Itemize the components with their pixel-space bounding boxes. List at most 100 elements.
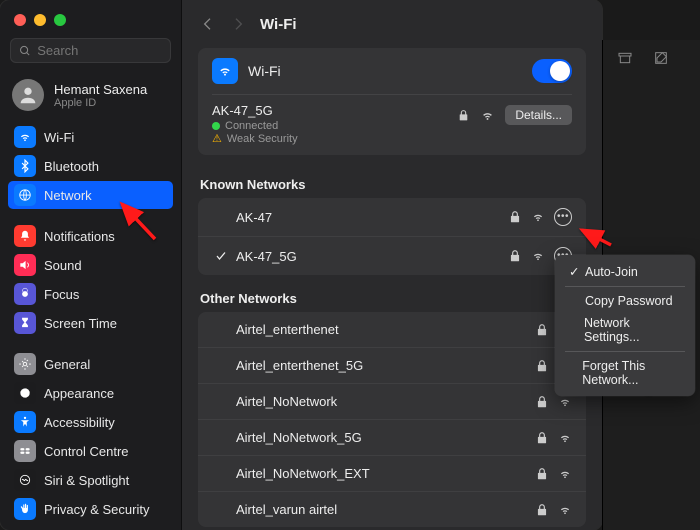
network-row[interactable]: Airtel_varun airtel <box>198 492 586 527</box>
sidebar-item-network[interactable]: Network <box>8 181 173 209</box>
globe-icon <box>14 184 36 206</box>
sidebar-item-privacy-security[interactable]: Privacy & Security <box>8 495 173 523</box>
wifi-signal-icon <box>558 503 572 517</box>
wifi-icon <box>212 58 238 84</box>
network-name: Airtel_enterthenet_5G <box>236 358 535 373</box>
header: Wi-Fi <box>182 0 602 42</box>
menu-network-settings[interactable]: Network Settings... <box>555 312 695 348</box>
sound-icon <box>14 254 36 276</box>
sidebar-item-label: General <box>44 357 90 372</box>
menu-auto-join[interactable]: ✓Auto-Join <box>555 260 695 283</box>
siri-icon <box>14 469 36 491</box>
sidebar-item-label: Focus <box>44 287 79 302</box>
network-row[interactable]: Airtel_enterthenet_5G <box>198 348 586 384</box>
network-row[interactable]: Airtel_NoNetwork <box>198 384 586 420</box>
wifi-signal-icon <box>558 431 572 445</box>
search-icon <box>19 44 31 58</box>
sidebar-item-sound[interactable]: Sound <box>8 251 173 279</box>
wifi-signal-icon <box>531 210 545 224</box>
sidebar-item-notifications[interactable]: Notifications <box>8 222 173 250</box>
settings-window: Hemant Saxena Apple ID Wi-Fi Bluetooth Net… <box>0 0 602 530</box>
lock-icon <box>535 503 549 517</box>
sidebar-item-control-centre[interactable]: Control Centre <box>8 437 173 465</box>
minimize-button[interactable] <box>34 14 46 26</box>
sidebar-item-general[interactable]: General <box>8 350 173 378</box>
search-field[interactable] <box>10 38 171 63</box>
more-button[interactable]: ••• <box>554 208 572 226</box>
network-name: Airtel_NoNetwork <box>236 394 535 409</box>
sidebar-item-label: Notifications <box>44 229 115 244</box>
wifi-signal-icon <box>558 467 572 481</box>
cc-icon <box>14 440 36 462</box>
lock-icon <box>508 210 522 224</box>
lock-icon <box>457 109 470 122</box>
lock-icon <box>535 359 549 373</box>
focus-icon <box>14 283 36 305</box>
menu-copy-password[interactable]: Copy Password <box>555 290 695 312</box>
sidebar-item-wi-fi[interactable]: Wi-Fi <box>8 123 173 151</box>
wifi-title: Wi-Fi <box>248 63 281 79</box>
sidebar-item-appearance[interactable]: Appearance <box>8 379 173 407</box>
sidebar-item-accessibility[interactable]: Accessibility <box>8 408 173 436</box>
bt-icon <box>14 155 36 177</box>
network-row[interactable]: Airtel_enterthenet <box>198 312 586 348</box>
close-button[interactable] <box>14 14 26 26</box>
user-sub: Apple ID <box>54 97 147 109</box>
sidebar-list: Wi-Fi Bluetooth Network Notifications Sound F… <box>0 123 181 530</box>
sidebar-item-label: Privacy & Security <box>44 502 149 517</box>
sidebar-item-label: Siri & Spotlight <box>44 473 129 488</box>
bell-icon <box>14 225 36 247</box>
current-network-warning: ⚠Weak Security <box>212 132 457 145</box>
content-pane: Wi-Fi Wi-Fi AK-47_5G Connected ⚠Weak Sec… <box>182 0 602 530</box>
back-button[interactable] <box>200 14 216 34</box>
network-row[interactable]: Airtel_NoNetwork_5G <box>198 420 586 456</box>
sidebar: Hemant Saxena Apple ID Wi-Fi Bluetooth Net… <box>0 0 182 530</box>
sidebar-item-screen-time[interactable]: Screen Time <box>8 309 173 337</box>
wifi-panel: Wi-Fi AK-47_5G Connected ⚠Weak Security … <box>198 48 586 155</box>
known-networks-heading: Known Networks <box>200 177 584 192</box>
network-row[interactable]: AK-47 ••• <box>198 198 586 237</box>
hourglass-icon <box>14 312 36 334</box>
network-row[interactable]: Airtel_NoNetwork_EXT <box>198 456 586 492</box>
network-name: AK-47_5G <box>236 249 508 264</box>
user-name: Hemant Saxena <box>54 82 147 97</box>
sidebar-item-siri-spotlight[interactable]: Siri & Spotlight <box>8 466 173 494</box>
current-network-status: Connected <box>212 120 457 132</box>
page-title: Wi-Fi <box>260 16 297 33</box>
lock-icon <box>535 431 549 445</box>
lock-icon <box>535 323 549 337</box>
network-row[interactable]: AK-47_5G••• <box>198 237 586 275</box>
sidebar-item-label: Bluetooth <box>44 159 99 174</box>
avatar <box>12 79 44 111</box>
sidebar-item-label: Network <box>44 188 92 203</box>
apple-id-row[interactable]: Hemant Saxena Apple ID <box>0 73 181 123</box>
wifi-signal-icon <box>480 108 495 123</box>
wifi-toggle[interactable] <box>532 59 572 83</box>
window-controls <box>0 0 181 36</box>
network-name: Airtel_NoNetwork_5G <box>236 430 535 445</box>
hand-icon <box>14 498 36 520</box>
menu-forget-network[interactable]: Forget This Network... <box>555 355 695 391</box>
network-name: AK-47 <box>236 210 508 225</box>
wifi-icon <box>14 126 36 148</box>
sidebar-item-bluetooth[interactable]: Bluetooth <box>8 152 173 180</box>
compose-icon[interactable] <box>653 50 669 66</box>
maximize-button[interactable] <box>54 14 66 26</box>
sidebar-item-label: Appearance <box>44 386 114 401</box>
sidebar-item-label: Control Centre <box>44 444 129 459</box>
network-name: Airtel_varun airtel <box>236 502 535 517</box>
check-icon <box>212 250 230 262</box>
sidebar-item-focus[interactable]: Focus <box>8 280 173 308</box>
search-input[interactable] <box>37 43 162 58</box>
network-name: Airtel_NoNetwork_EXT <box>236 466 535 481</box>
sidebar-item-label: Screen Time <box>44 316 117 331</box>
forward-button[interactable] <box>230 14 246 34</box>
lock-icon <box>535 467 549 481</box>
details-button[interactable]: Details... <box>505 105 572 125</box>
status-dot-icon <box>212 122 220 130</box>
archive-icon[interactable] <box>617 50 633 66</box>
context-menu: ✓Auto-Join Copy Password Network Setting… <box>555 255 695 396</box>
wifi-signal-icon <box>558 395 572 409</box>
sidebar-item-label: Accessibility <box>44 415 115 430</box>
lock-icon <box>535 395 549 409</box>
